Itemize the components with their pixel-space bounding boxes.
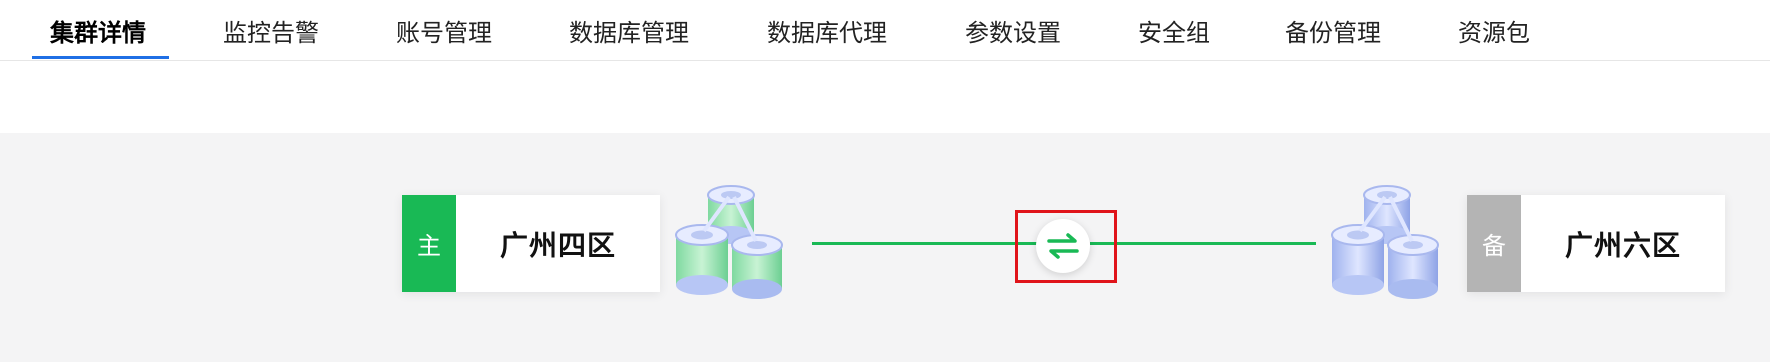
tab-monitoring-alerts[interactable]: 监控告警: [223, 0, 319, 61]
primary-region-name: 广州四区: [499, 228, 616, 262]
tab-cluster-details[interactable]: 集群详情: [50, 0, 146, 61]
tab-database-management[interactable]: 数据库管理: [569, 0, 689, 61]
topology-panel: 主 广州四区 备 广州六区: [0, 133, 1770, 362]
tab-resource-pack[interactable]: 资源包: [1458, 0, 1530, 61]
primary-badge: 主: [402, 195, 456, 292]
tab-account-management[interactable]: 账号管理: [396, 0, 492, 61]
standby-database-icon: [1331, 185, 1439, 299]
primary-database-icon: [675, 185, 783, 299]
standby-badge: 备: [1467, 195, 1521, 292]
tab-database-proxy[interactable]: 数据库代理: [767, 0, 887, 61]
primary-region-card: 主 广州四区: [402, 195, 660, 292]
active-tab-indicator: [32, 56, 169, 59]
standby-region-name: 广州六区: [1564, 228, 1681, 262]
tab-backup-management[interactable]: 备份管理: [1285, 0, 1381, 61]
tab-parameter-settings[interactable]: 参数设置: [965, 0, 1061, 61]
standby-region-card: 备 广州六区: [1467, 195, 1725, 292]
tab-security-group[interactable]: 安全组: [1138, 0, 1210, 61]
switchover-button[interactable]: [1036, 219, 1090, 273]
replication-link-left: [812, 242, 1038, 245]
tab-bar: 集群详情 监控告警 账号管理 数据库管理 数据库代理 参数设置 安全组 备份管理…: [0, 0, 1770, 61]
replication-link-right: [1090, 242, 1316, 245]
swap-arrows-icon: [1047, 233, 1079, 259]
